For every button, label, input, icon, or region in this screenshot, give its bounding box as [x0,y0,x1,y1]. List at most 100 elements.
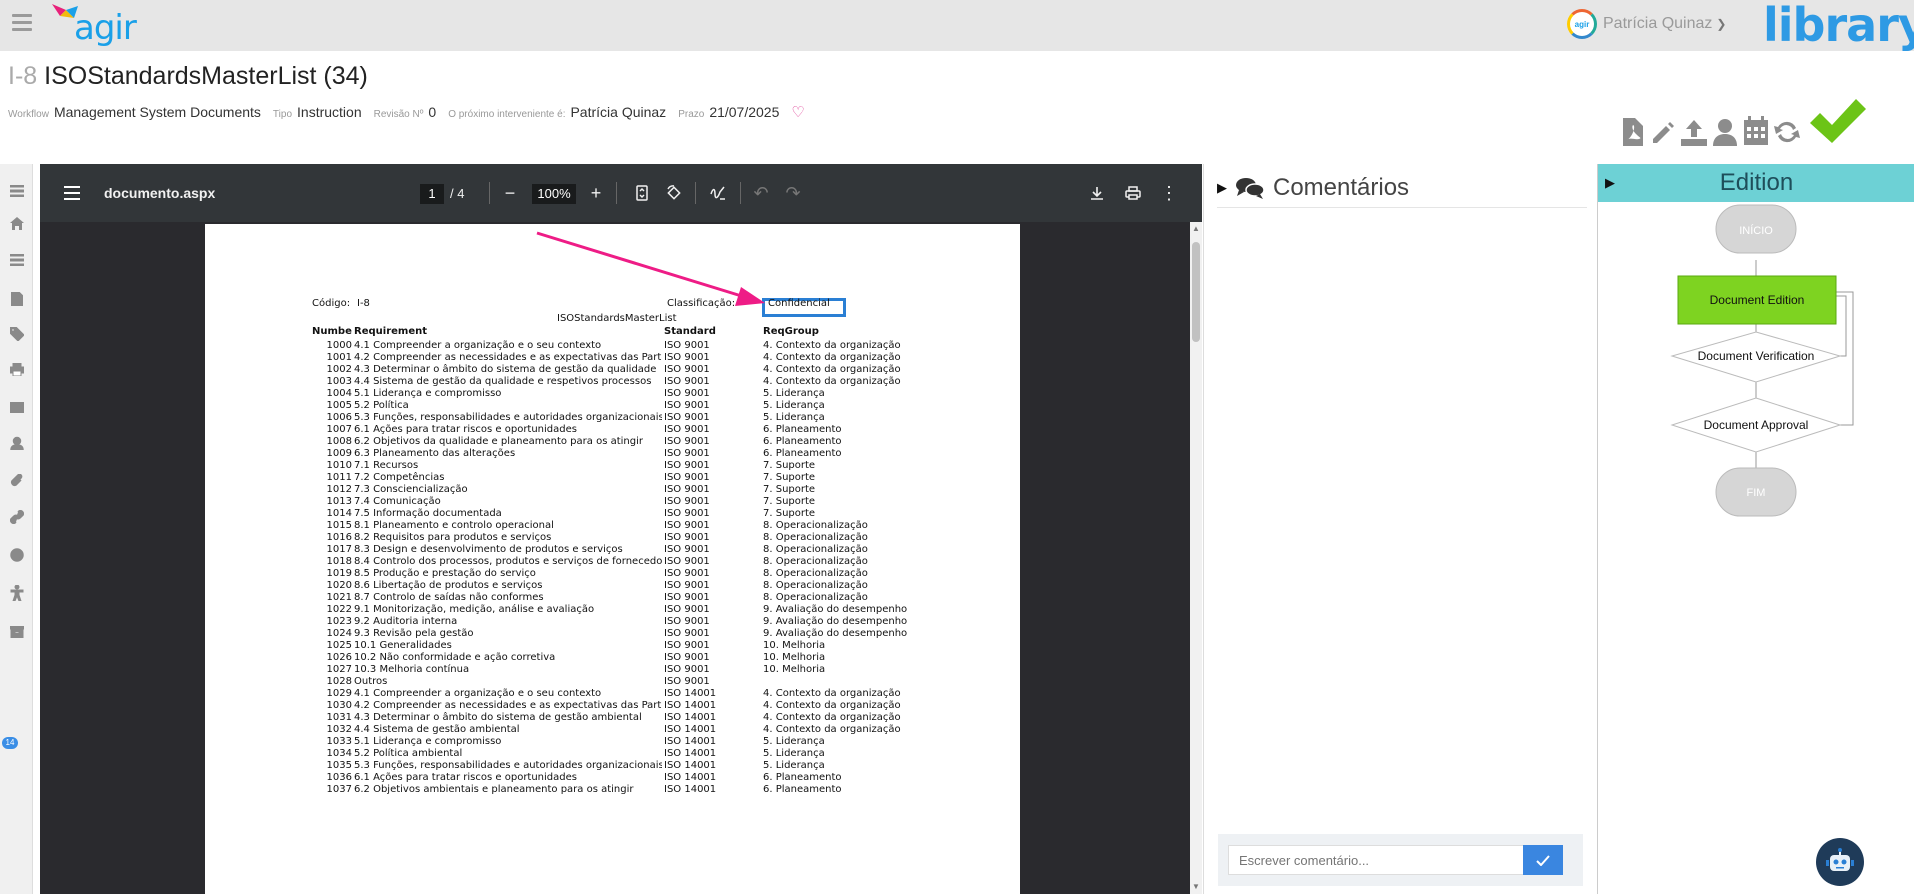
user-menu[interactable]: agir Patrícia Quinaz ❯ [1567,9,1726,39]
archive-icon[interactable] [8,623,26,641]
cell-requirement: 5.3 Funções, responsabilidades e autorid… [354,760,662,771]
cell-number: 1027 [326,664,352,675]
cell-reqgroup: 4. Contexto da organização [763,364,901,375]
cell-requirement: 6.1 Ações para tratar riscos e oportunid… [354,772,577,783]
cell-reqgroup: 8. Operacionalização [763,532,868,543]
cell-number: 1022 [326,604,352,615]
cell-reqgroup: 5. Liderança [763,736,825,747]
cell-reqgroup: 9. Avaliação do desempenho [763,628,908,639]
toolbar-divider [695,182,696,204]
pdf-sidebar-toggle-icon[interactable] [64,186,80,204]
zoom-in-icon[interactable]: + [584,181,608,205]
cell-reqgroup: 8. Operacionalização [763,580,868,591]
cell-number: 1033 [326,736,352,747]
cell-standard: ISO 9001 [664,652,710,663]
cell-number: 1026 [326,652,352,663]
download-icon[interactable] [1085,181,1109,205]
cell-reqgroup: 4. Contexto da organização [763,376,901,387]
meta-value-workflow: Management System Documents [53,104,261,120]
cell-standard: ISO 14001 [664,700,717,711]
expand-triangle-icon[interactable]: ▶ [1217,180,1227,196]
cell-requirement: 5.1 Liderança e compromisso [354,736,502,747]
flow-step-label: Document Verification [1698,349,1815,363]
rotate-icon[interactable] [662,181,686,205]
cell-standard: ISO 14001 [664,772,717,783]
page-title: I-8 ISOStandardsMasterList (34) [8,62,368,91]
main-menu-icon[interactable] [12,14,32,32]
comment-input[interactable] [1228,845,1528,875]
cell-number: 1037 [326,784,352,795]
cell-reqgroup: 8. Operacionalização [763,556,868,567]
zoom-out-icon[interactable]: − [498,181,522,205]
contacts-icon[interactable] [8,434,26,452]
cell-requirement: 9.2 Auditoria interna [354,616,458,627]
agir-logo-text: agir [74,8,137,48]
cell-reqgroup: 7. Suporte [763,472,816,483]
cell-standard: ISO 9001 [664,616,710,627]
scroll-up-icon[interactable]: ▲ [1192,224,1200,233]
document-icon[interactable] [8,290,26,308]
cell-requirement: 7.3 Consciencialização [354,484,468,495]
accessibility-icon[interactable] [8,584,26,602]
edition-header[interactable]: ▶ Edition [1598,164,1914,202]
more-options-icon[interactable]: ⋮ [1157,181,1181,205]
undo-icon[interactable]: ↶ [749,181,773,205]
pdf-classificacao-value: Confidencial [768,298,830,309]
zoom-level[interactable]: 100% [532,184,576,204]
cell-requirement: 8.2 Requisitos para produtos e serviços [354,532,552,543]
list-icon[interactable] [8,251,26,269]
cell-number: 1025 [326,640,352,651]
comments-header[interactable]: ▶ Comentários [1217,174,1409,202]
cell-number: 1008 [326,436,352,447]
cell-requirement: 7.4 Comunicação [354,496,441,507]
refresh-icon[interactable] [1773,112,1801,146]
attachment-icon[interactable] [8,472,26,490]
chatbot-icon[interactable] [1816,838,1864,886]
pdf-scrollbar[interactable]: ▲ ▼ [1190,222,1202,894]
user-icon[interactable] [1711,112,1739,146]
page-number-input[interactable]: 1 [420,184,444,204]
cell-reqgroup: 7. Suporte [763,484,816,495]
cell-standard: ISO 9001 [664,484,710,495]
cell-standard: ISO 14001 [664,712,717,723]
pdf-viewer: documento.aspx 1 / 4 − 100% + ↶ ↷ ⋮ Códi… [40,164,1202,894]
cell-standard: ISO 9001 [664,604,710,615]
mail-icon[interactable] [8,398,26,416]
cell-reqgroup: 4. Contexto da organização [763,340,901,351]
edit-icon[interactable] [1649,112,1677,146]
upload-icon[interactable] [1680,112,1708,146]
redo-icon[interactable]: ↷ [781,181,805,205]
workflow-diagram: INÍCIO Document Edition Document Verific… [1670,204,1854,517]
fit-page-icon[interactable] [630,181,654,205]
meta-label-revisao: Revisão Nº [373,109,424,120]
approve-check-icon[interactable] [1804,96,1870,146]
toolbar-divider [616,182,617,204]
print-icon[interactable] [1121,181,1145,205]
cell-reqgroup: 8. Operacionalização [763,520,868,531]
favorite-heart-icon[interactable]: ♡ [791,103,804,121]
cell-number: 1029 [326,688,352,699]
meta-value-interveniente: Patrícia Quinaz [570,104,667,120]
cell-reqgroup: 10. Melhoria [763,664,826,675]
cell-reqgroup: 7. Suporte [763,496,816,507]
link-icon[interactable] [8,508,26,526]
cell-requirement: 8.7 Controlo de saídas não conformes [354,592,544,603]
scroll-thumb[interactable] [1192,242,1200,342]
calendar-icon[interactable] [1742,112,1770,146]
send-comment-button[interactable] [1523,845,1563,875]
home-icon[interactable] [8,214,26,232]
cell-reqgroup: 10. Melhoria [763,640,826,651]
cell-reqgroup: 9. Avaliação do desempenho [763,604,908,615]
cell-standard: ISO 9001 [664,628,710,639]
clock-icon[interactable] [8,546,26,564]
cell-requirement: 4.4 Sistema de gestão da qualidade e res… [354,376,652,387]
agir-logo[interactable]: agir [52,2,137,48]
scroll-down-icon[interactable]: ▼ [1192,882,1200,891]
pdf-file-name: documento.aspx [104,185,216,201]
annotate-icon[interactable] [706,181,730,205]
menu-icon[interactable] [8,182,26,200]
pdf-icon[interactable] [1618,112,1646,146]
tag-icon[interactable] [8,325,26,343]
pdf-codigo-label: Código: [312,298,351,309]
print-icon[interactable] [8,360,26,378]
